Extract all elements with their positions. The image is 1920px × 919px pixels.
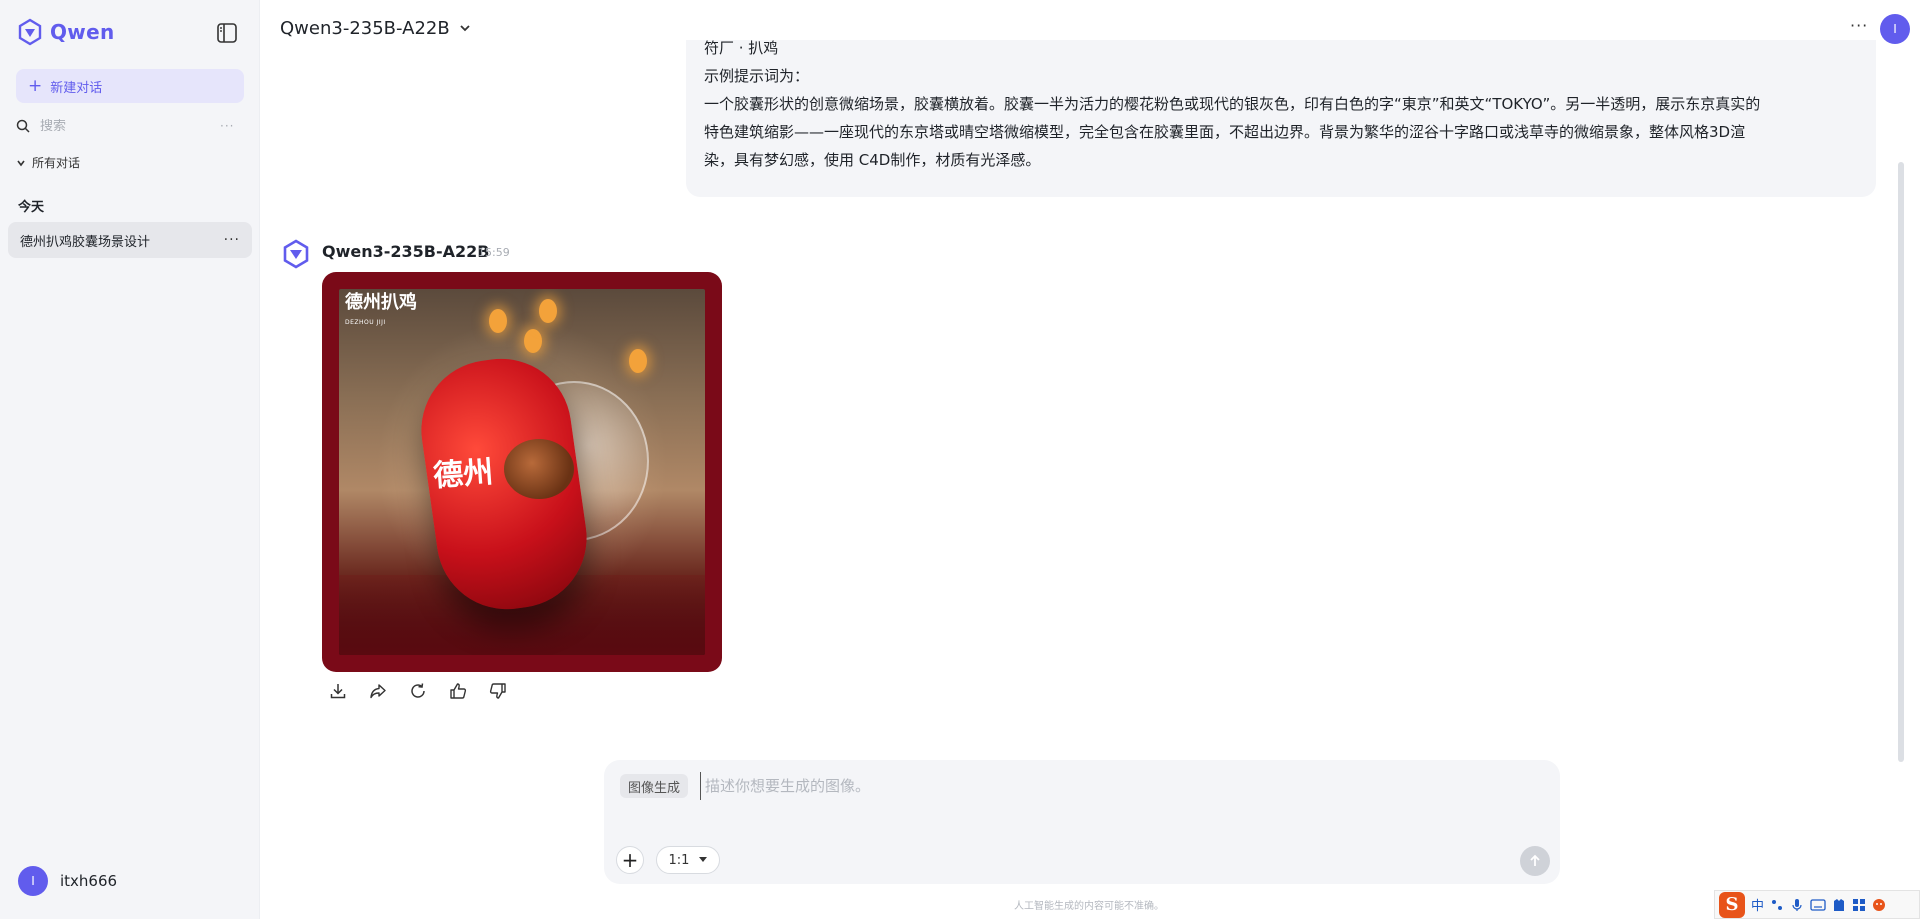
chat-list-item[interactable]: 德州扒鸡胶囊场景设计 ··· (8, 222, 252, 258)
thumbs-up-icon[interactable] (448, 681, 468, 701)
capsule-text: 德州 (432, 454, 495, 495)
assistant-avatar-icon (283, 239, 309, 269)
message-line: 特色建筑缩影——一座现代的东京塔或晴空塔微缩模型，完全包含在胶囊里面，不超出边界… (704, 123, 1746, 141)
keyboard-icon[interactable] (1810, 898, 1826, 912)
generated-image[interactable]: 德州 德州扒鸡 DEZHOU JIJI (322, 272, 722, 672)
ime-logo-icon: S (1719, 891, 1745, 918)
message-line: 一个胶囊形状的创意微缩场景，胶囊横放着。胶囊一半为活力的樱花粉色或现代的银灰色，… (704, 95, 1761, 113)
toolbox-icon[interactable] (1852, 898, 1866, 912)
send-button[interactable] (1520, 846, 1550, 876)
ime-toolbar[interactable]: S 中 (1714, 890, 1920, 919)
aspect-ratio-value: 1:1 (668, 852, 690, 868)
logo-text: Qwen (50, 20, 115, 44)
qwen-logo-icon (18, 18, 42, 46)
search-icon (16, 119, 30, 133)
message-line: 染，具有梦幻感，使用 C4D制作，材质有光泽感。 (704, 151, 1041, 169)
generated-image-canvas: 德州 德州扒鸡 DEZHOU JIJI (339, 289, 705, 655)
scrollbar[interactable] (1898, 162, 1904, 762)
disclaimer: 人工智能生成的内容可能不准确。 (1014, 901, 1164, 912)
arrow-up-icon (1530, 854, 1540, 866)
image-logo-sub: DEZHOU JIJI (345, 319, 386, 326)
new-chat-label: 新建对话 (50, 80, 103, 96)
sidebar: Qwen + 新建对话 ··· 所有对话 今天 德州扒鸡胶囊场景设计 ··· I… (0, 0, 260, 919)
header-more-icon[interactable]: ··· (1850, 16, 1868, 35)
username: itxh666 (60, 872, 118, 890)
message-time: 15:59 (478, 246, 510, 259)
user-message: 符厂 · 扒鸡 示例提示词为： 一个胶囊形状的创意微缩场景，胶囊横放着。胶囊一半… (686, 40, 1876, 197)
qwen-logo[interactable]: Qwen (16, 16, 114, 48)
model-selector[interactable]: Qwen3-235B-A22B (280, 16, 472, 40)
image-mode-tag[interactable]: 图像生成 (620, 774, 689, 798)
lantern-shape (539, 299, 557, 323)
user-profile[interactable]: I itxh666 (18, 866, 117, 896)
plus-icon: + (621, 848, 639, 872)
section-today: 今天 (18, 200, 45, 215)
all-chats-label: 所有对话 (32, 156, 81, 170)
message-actions (328, 681, 508, 701)
composer: 图像生成 + 1:1 (604, 760, 1560, 884)
image-logo: 德州扒鸡 DEZHOU JIJI (345, 293, 417, 333)
skin-icon[interactable] (1832, 898, 1846, 912)
lantern-shape (629, 349, 647, 373)
chat-title: 德州扒鸡胶囊场景设计 (20, 234, 151, 250)
prompt-input[interactable] (700, 772, 1520, 800)
share-icon[interactable] (368, 681, 388, 701)
search-bar: ··· (16, 114, 244, 138)
user-avatar: I (18, 866, 48, 896)
model-name: Qwen3-235B-A22B (280, 17, 450, 39)
chevron-down-icon (460, 25, 470, 32)
microphone-icon[interactable] (1790, 898, 1804, 912)
regenerate-icon[interactable] (408, 681, 428, 701)
mascot-icon[interactable] (1872, 898, 1886, 912)
new-chat-button[interactable]: + 新建对话 (16, 69, 244, 103)
header-avatar[interactable]: I (1880, 14, 1910, 44)
plus-icon: + (28, 75, 43, 96)
lantern-shape (524, 329, 542, 353)
chicken-shape (504, 439, 574, 499)
add-attachment-button[interactable]: + (616, 846, 644, 874)
download-icon[interactable] (328, 681, 348, 701)
assistant-name: Qwen3-235B-A22B (322, 242, 490, 261)
all-chats-toggle[interactable]: 所有对话 (16, 154, 80, 171)
message-line: 符厂 · 扒鸡 (704, 40, 779, 57)
search-input[interactable] (40, 118, 210, 134)
lantern-shape (489, 309, 507, 333)
thumbs-down-icon[interactable] (488, 681, 508, 701)
message-line: 示例提示词为： (704, 67, 810, 85)
aspect-ratio-select[interactable]: 1:1 (656, 846, 720, 874)
chevron-down-icon (17, 160, 25, 166)
punctuation-icon[interactable] (1770, 898, 1784, 912)
image-logo-text: 德州扒鸡 (345, 292, 417, 313)
search-more-icon[interactable]: ··· (220, 119, 234, 133)
ime-language[interactable]: 中 (1751, 895, 1764, 914)
chat-more-icon[interactable]: ··· (224, 232, 240, 248)
caret-down-icon (699, 857, 708, 862)
sidebar-toggle-icon[interactable] (214, 20, 240, 46)
